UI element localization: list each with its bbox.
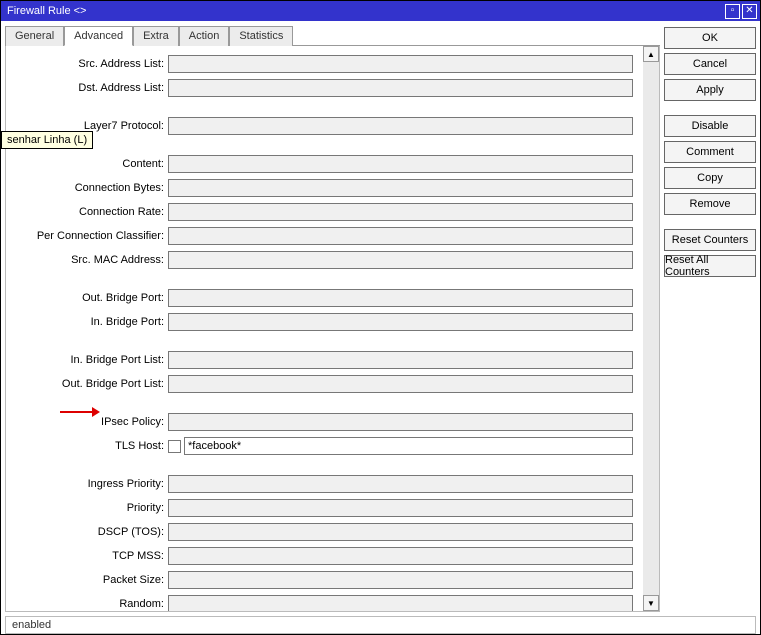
connection-bytes-input[interactable] [168,179,633,197]
apply-button[interactable]: Apply [664,79,756,101]
label-ipsec-policy: IPsec Policy: [10,416,168,428]
packet-size-input[interactable] [168,571,633,589]
minimize-button[interactable]: ▫ [725,4,740,19]
tls-host-invert-checkbox[interactable] [168,440,181,453]
tabs: General Advanced Extra Action Statistics [5,25,660,46]
tab-general[interactable]: General [5,26,64,46]
label-src-mac: Src. MAC Address: [10,254,168,266]
scroll-track[interactable] [643,62,659,595]
titlebar: Firewall Rule <> ▫ ✕ [1,1,760,21]
label-dscp: DSCP (TOS): [10,526,168,538]
label-priority: Priority: [10,502,168,514]
label-out-bridge-port-list: Out. Bridge Port List: [10,378,168,390]
label-in-bridge-port: In. Bridge Port: [10,316,168,328]
tcp-mss-input[interactable] [168,547,633,565]
label-src-addr-list: Src. Address List: [10,58,168,70]
scroll-down-button[interactable]: ▼ [643,595,659,611]
tab-advanced[interactable]: Advanced [64,26,133,46]
ok-button[interactable]: OK [664,27,756,49]
out-bridge-port-input[interactable] [168,289,633,307]
disable-button[interactable]: Disable [664,115,756,137]
ingress-priority-input[interactable] [168,475,633,493]
window-title: Firewall Rule <> [7,5,86,17]
content-input[interactable] [168,155,633,173]
ipsec-policy-input[interactable] [168,413,633,431]
tab-statistics[interactable]: Statistics [229,26,293,46]
label-tcp-mss: TCP MSS: [10,550,168,562]
src-mac-input[interactable] [168,251,633,269]
label-conn-rate: Connection Rate: [10,206,168,218]
connection-rate-input[interactable] [168,203,633,221]
dst-address-list-input[interactable] [168,79,633,97]
reset-counters-button[interactable]: Reset Counters [664,229,756,251]
tooltip: senhar Linha (L) [1,131,93,149]
tab-action[interactable]: Action [179,26,230,46]
label-dst-addr-list: Dst. Address List: [10,82,168,94]
scrollbar[interactable]: ▲ ▼ [643,46,659,611]
label-out-bridge-port: Out. Bridge Port: [10,292,168,304]
dscp-input[interactable] [168,523,633,541]
label-packet-size: Packet Size: [10,574,168,586]
layer7-protocol-input[interactable] [168,117,633,135]
reset-all-counters-button[interactable]: Reset All Counters [664,255,756,277]
random-input[interactable] [168,595,633,612]
in-bridge-port-list-input[interactable] [168,351,633,369]
in-bridge-port-input[interactable] [168,313,633,331]
out-bridge-port-list-input[interactable] [168,375,633,393]
label-in-bridge-port-list: In. Bridge Port List: [10,354,168,366]
tls-host-input[interactable] [184,437,633,455]
label-per-conn-class: Per Connection Classifier: [10,230,168,242]
close-button[interactable]: ✕ [742,4,757,19]
label-tls-host: TLS Host: [10,440,168,452]
tab-extra[interactable]: Extra [133,26,179,46]
status-bar: enabled [5,616,756,634]
remove-button[interactable]: Remove [664,193,756,215]
status-text: enabled [12,619,51,631]
priority-input[interactable] [168,499,633,517]
scroll-up-button[interactable]: ▲ [643,46,659,62]
src-address-list-input[interactable] [168,55,633,73]
label-conn-bytes: Connection Bytes: [10,182,168,194]
comment-button[interactable]: Comment [664,141,756,163]
per-connection-classifier-input[interactable] [168,227,633,245]
form-panel: Src. Address List: ▼ Dst. Address List: … [5,46,660,612]
copy-button[interactable]: Copy [664,167,756,189]
label-ingress-priority: Ingress Priority: [10,478,168,490]
label-content: Content: [10,158,168,170]
cancel-button[interactable]: Cancel [664,53,756,75]
label-random: Random: [10,598,168,610]
